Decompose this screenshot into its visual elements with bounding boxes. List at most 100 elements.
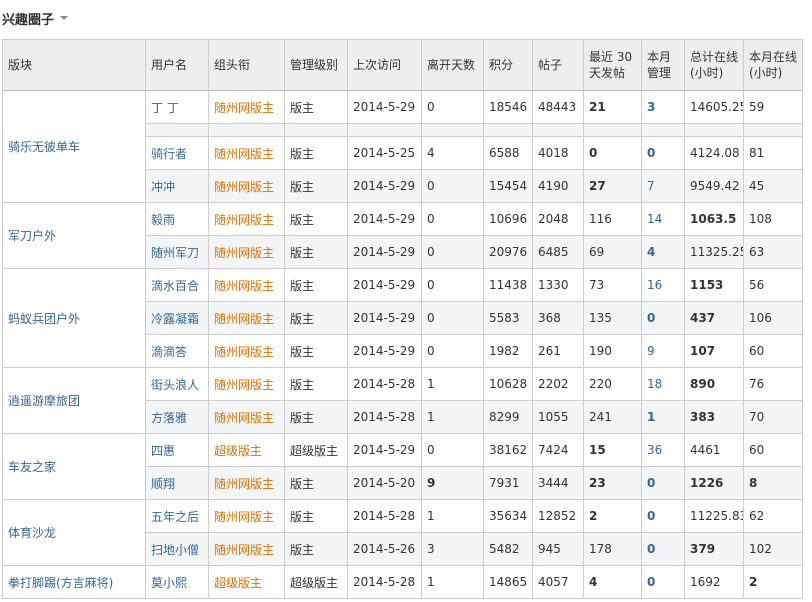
username-cell: 毅雨 bbox=[145, 202, 209, 236]
monthly-manage-link[interactable]: 0 bbox=[647, 509, 655, 523]
monthly-manage-cell: 0 bbox=[641, 565, 685, 599]
monthly-manage-link[interactable]: 4 bbox=[647, 245, 655, 259]
spacer-cell bbox=[284, 123, 348, 137]
forum-cell: 拳打脚踢(方言麻将) bbox=[2, 565, 146, 599]
monthly-manage-link[interactable]: 0 bbox=[647, 476, 655, 490]
caret-down-icon bbox=[60, 16, 69, 20]
table-header-row: 版块 用户名 组头衔 管理级别 上次访问 离开天数 积分 帖子 最近 30 天发… bbox=[2, 39, 803, 91]
month-online-cell: 70 bbox=[743, 400, 803, 434]
posts-cell: 4057 bbox=[532, 565, 584, 599]
monthly-manage-link[interactable]: 1 bbox=[647, 410, 655, 424]
group-title-link[interactable]: 随州网版主 bbox=[214, 510, 274, 524]
monthly-manage-cell: 0 bbox=[641, 532, 685, 566]
points-cell: 20976 bbox=[483, 235, 533, 269]
group-title-link[interactable]: 随州网版主 bbox=[214, 345, 274, 359]
forum-link[interactable]: 军刀户外 bbox=[8, 229, 56, 243]
username-link[interactable]: 滴滴答 bbox=[151, 345, 187, 359]
forum-link[interactable]: 骑乐无彼单车 bbox=[8, 140, 80, 154]
monthly-manage-link[interactable]: 0 bbox=[647, 311, 655, 325]
posts-cell: 4190 bbox=[532, 169, 584, 203]
forum-cell: 车友之家 bbox=[2, 433, 146, 500]
days-away-cell: 1 bbox=[421, 400, 484, 434]
group-title-link[interactable]: 随州网版主 bbox=[214, 378, 274, 392]
posts-cell: 2202 bbox=[532, 367, 584, 401]
forum-link[interactable]: 体育沙龙 bbox=[8, 526, 56, 540]
username-link[interactable]: 方落雅 bbox=[151, 411, 187, 425]
last-visit-cell: 2014-5-28 bbox=[347, 499, 422, 533]
posts-cell: 6485 bbox=[532, 235, 584, 269]
group-title-cell: 超级版主 bbox=[208, 565, 285, 599]
last-visit-cell: 2014-5-29 bbox=[347, 202, 422, 236]
forum-link[interactable]: 蚂蚁兵团户外 bbox=[8, 312, 80, 326]
last-visit-cell: 2014-5-28 bbox=[347, 367, 422, 401]
monthly-manage-cell: 36 bbox=[641, 433, 685, 467]
username-cell: 顺翔 bbox=[145, 466, 209, 500]
group-title-link[interactable]: 随州网版主 bbox=[214, 180, 274, 194]
monthly-manage-link[interactable]: 0 bbox=[647, 542, 655, 556]
spacer-cell bbox=[145, 123, 209, 137]
posts-cell: 12852 bbox=[532, 499, 584, 533]
forum-link[interactable]: 车友之家 bbox=[8, 460, 56, 474]
monthly-manage-link[interactable]: 18 bbox=[647, 377, 662, 391]
group-title-link[interactable]: 随州网版主 bbox=[214, 101, 274, 115]
month-online-cell: 108 bbox=[743, 202, 803, 236]
username-link[interactable]: 冷露凝霜 bbox=[151, 312, 199, 326]
recent-posts-cell: 4 bbox=[583, 565, 642, 599]
month-online-cell: 56 bbox=[743, 268, 803, 302]
recent-posts-cell: 27 bbox=[583, 169, 642, 203]
username-cell: 丁 丁 bbox=[145, 90, 209, 124]
group-title-link[interactable]: 超级版主 bbox=[214, 444, 262, 458]
forum-link[interactable]: 拳打脚踢(方言麻将) bbox=[8, 576, 113, 590]
recent-posts-cell: 116 bbox=[583, 202, 642, 236]
monthly-manage-link[interactable]: 0 bbox=[647, 575, 655, 589]
spacer-cell bbox=[583, 123, 642, 137]
total-online-cell: 1153 bbox=[684, 268, 744, 302]
group-title-link[interactable]: 随州网版主 bbox=[214, 477, 274, 491]
username-link[interactable]: 骑行者 bbox=[151, 147, 187, 161]
username-link[interactable]: 扫地小僧 bbox=[151, 543, 199, 557]
username-link[interactable]: 顺翔 bbox=[151, 477, 175, 491]
posts-cell: 3444 bbox=[532, 466, 584, 500]
username-link[interactable]: 五年之后 bbox=[151, 510, 199, 524]
username-link[interactable]: 冲冲 bbox=[151, 180, 175, 194]
username-link[interactable]: 丁 丁 bbox=[151, 101, 179, 115]
monthly-manage-cell: 0 bbox=[641, 499, 685, 533]
monthly-manage-link[interactable]: 7 bbox=[647, 179, 655, 193]
month-online-cell: 45 bbox=[743, 169, 803, 203]
header-cell: 本月在线 (小时) bbox=[743, 39, 803, 91]
group-title-link[interactable]: 超级版主 bbox=[214, 576, 262, 590]
monthly-manage-link[interactable]: 36 bbox=[647, 443, 662, 457]
group-title-link[interactable]: 随州网版主 bbox=[214, 543, 274, 557]
group-title-link[interactable]: 随州网版主 bbox=[214, 213, 274, 227]
group-title-link[interactable]: 随州网版主 bbox=[214, 411, 274, 425]
points-cell: 11438 bbox=[483, 268, 533, 302]
forum-link[interactable]: 逍遥游摩旅团 bbox=[8, 394, 80, 408]
section-title-dropdown[interactable]: 兴趣圈子 bbox=[2, 8, 69, 28]
group-title-link[interactable]: 随州网版主 bbox=[214, 312, 274, 326]
group-title-cell: 随州网版主 bbox=[208, 466, 285, 500]
monthly-manage-link[interactable]: 16 bbox=[647, 278, 662, 292]
monthly-manage-link[interactable]: 9 bbox=[647, 344, 655, 358]
username-link[interactable]: 滴水百合 bbox=[151, 279, 199, 293]
username-link[interactable]: 四惠 bbox=[151, 444, 175, 458]
username-link[interactable]: 街头浪人 bbox=[151, 378, 199, 392]
username-link[interactable]: 毅雨 bbox=[151, 213, 175, 227]
month-online-cell: 81 bbox=[743, 136, 803, 170]
header-cell: 离开天数 bbox=[421, 39, 484, 91]
group-title-cell: 随州网版主 bbox=[208, 334, 285, 368]
monthly-manage-link[interactable]: 3 bbox=[647, 100, 655, 114]
username-link[interactable]: 随州军刀 bbox=[151, 246, 199, 260]
points-cell: 35634 bbox=[483, 499, 533, 533]
monthly-manage-link[interactable]: 14 bbox=[647, 212, 662, 226]
recent-posts-cell: 190 bbox=[583, 334, 642, 368]
group-title-link[interactable]: 随州网版主 bbox=[214, 147, 274, 161]
group-title-link[interactable]: 随州网版主 bbox=[214, 279, 274, 293]
monthly-manage-link[interactable]: 0 bbox=[647, 146, 655, 160]
username-link[interactable]: 莫小熙 bbox=[151, 576, 187, 590]
group-title-link[interactable]: 随州网版主 bbox=[214, 246, 274, 260]
monthly-manage-cell: 18 bbox=[641, 367, 685, 401]
days-away-cell: 9 bbox=[421, 466, 484, 500]
table-row: 军刀户外 毅雨 随州网版主 版主 2014-5-29 0 10696 2048 116 14 106… bbox=[2, 202, 803, 269]
posts-cell: 368 bbox=[532, 301, 584, 335]
monthly-manage-cell: 1 bbox=[641, 400, 685, 434]
